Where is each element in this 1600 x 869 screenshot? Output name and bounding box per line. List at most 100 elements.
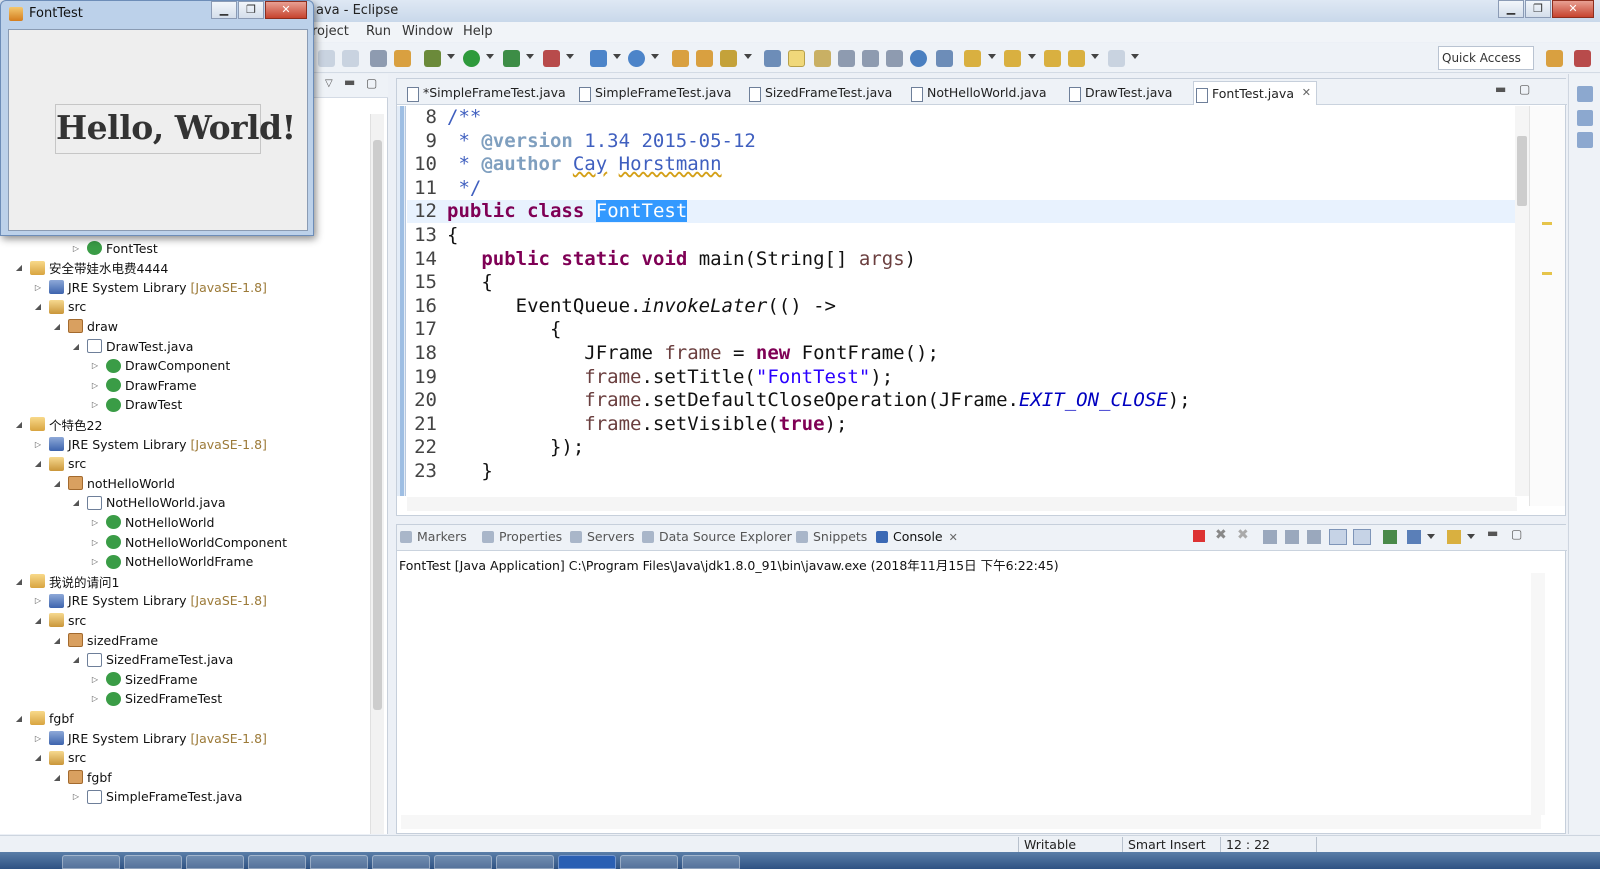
minimize-button[interactable]: ▁ bbox=[1498, 0, 1524, 18]
pin-console-icon[interactable] bbox=[1383, 530, 1397, 544]
word-wrap-icon[interactable] bbox=[1307, 530, 1321, 544]
expanded-twisty-icon[interactable]: ◢ bbox=[71, 655, 81, 664]
coverage-icon[interactable] bbox=[503, 50, 520, 67]
tree-item[interactable]: ◢ src bbox=[33, 454, 86, 474]
occurrence-marker[interactable] bbox=[1542, 272, 1552, 275]
taskbar-button[interactable] bbox=[124, 855, 182, 869]
menu-window[interactable]: Window bbox=[402, 24, 453, 39]
explorer-scroll-thumb[interactable] bbox=[373, 140, 382, 710]
open-type-icon[interactable] bbox=[672, 50, 689, 67]
code-line[interactable]: 13 { bbox=[407, 224, 1532, 247]
code-area[interactable]: 8/** 9 * @version 1.34 2015-05-12 10 * @au… bbox=[407, 106, 1532, 496]
chevron-down-icon[interactable] bbox=[447, 54, 455, 59]
collapsed-twisty-icon[interactable]: ▷ bbox=[33, 440, 43, 449]
external-tools-icon[interactable] bbox=[543, 50, 560, 67]
toolbar-icon[interactable] bbox=[318, 50, 335, 67]
last-edit-icon[interactable] bbox=[1044, 50, 1061, 67]
tree-item[interactable]: ◢ 安全带娃水电费4444 bbox=[14, 258, 168, 278]
collapsed-twisty-icon[interactable]: ▷ bbox=[90, 361, 100, 370]
chevron-down-icon[interactable] bbox=[1427, 534, 1435, 539]
taskbar-button[interactable] bbox=[248, 855, 306, 869]
editor-tab[interactable]: FontTest.java ✕ bbox=[1193, 81, 1317, 105]
expanded-twisty-icon[interactable]: ◢ bbox=[52, 773, 62, 782]
chevron-down-icon[interactable] bbox=[1028, 54, 1036, 59]
tree-item[interactable]: ◢ fgbf bbox=[14, 708, 74, 728]
tree-item[interactable]: ▷ SizedFrame bbox=[90, 669, 198, 689]
display-console-icon[interactable] bbox=[1407, 530, 1421, 544]
open-console-icon[interactable] bbox=[1447, 530, 1461, 544]
maximize-view-icon[interactable]: ▢ bbox=[1519, 82, 1530, 96]
new-java-project-icon[interactable] bbox=[590, 50, 607, 67]
taskbar-button[interactable] bbox=[186, 855, 244, 869]
restore-view-icon[interactable] bbox=[1577, 86, 1593, 102]
show-on-stdout-icon[interactable] bbox=[1329, 529, 1347, 545]
task-list-icon[interactable] bbox=[1577, 132, 1593, 148]
maximize-view-icon[interactable]: ▢ bbox=[366, 76, 377, 90]
collapsed-twisty-icon[interactable]: ▷ bbox=[90, 538, 100, 547]
collapsed-twisty-icon[interactable]: ▷ bbox=[90, 557, 100, 566]
tree-item[interactable]: ▷ DrawTest bbox=[90, 395, 182, 415]
terminate-icon[interactable] bbox=[1193, 530, 1205, 542]
tree-item[interactable]: ▷ FontTest bbox=[71, 238, 158, 258]
collapsed-twisty-icon[interactable]: ▷ bbox=[33, 596, 43, 605]
tree-item[interactable]: ◢ sizedFrame bbox=[52, 630, 158, 650]
code-line[interactable]: 11 */ bbox=[407, 177, 1532, 200]
tree-item[interactable]: ◢ src bbox=[33, 748, 86, 768]
toolbar-icon[interactable] bbox=[936, 50, 953, 67]
tree-item[interactable]: ▷ JRE System Library [JavaSE-1.8] bbox=[33, 728, 267, 748]
previous-annotation-icon[interactable] bbox=[1004, 50, 1021, 67]
chevron-down-icon[interactable] bbox=[526, 54, 534, 59]
expanded-twisty-icon[interactable]: ◢ bbox=[14, 714, 24, 723]
console-vertical-scrollbar[interactable] bbox=[1531, 573, 1545, 815]
forward-icon[interactable] bbox=[1108, 50, 1125, 67]
tree-item[interactable]: ◢ DrawTest.java bbox=[71, 336, 194, 356]
chevron-down-icon[interactable] bbox=[486, 54, 494, 59]
collapsed-twisty-icon[interactable]: ▷ bbox=[33, 283, 43, 292]
tree-item[interactable]: ▷ DrawComponent bbox=[90, 356, 230, 376]
console-tab[interactable]: Data Source Explorer bbox=[641, 529, 792, 544]
taskbar-button[interactable] bbox=[62, 855, 120, 869]
console-horizontal-scrollbar[interactable] bbox=[401, 815, 1541, 829]
expanded-twisty-icon[interactable]: ◢ bbox=[71, 498, 81, 507]
tree-item[interactable]: ▷ NotHelloWorld bbox=[90, 512, 214, 532]
toolbar-icon[interactable] bbox=[370, 50, 387, 67]
console-tab[interactable]: Markers bbox=[399, 529, 467, 544]
minimize-button[interactable]: ▁ bbox=[211, 1, 237, 19]
restore-button[interactable]: ❐ bbox=[238, 1, 264, 19]
chevron-down-icon[interactable] bbox=[988, 54, 996, 59]
new-class-icon[interactable] bbox=[628, 50, 645, 67]
close-button[interactable]: ✕ bbox=[265, 1, 307, 19]
code-line[interactable]: 21 frame.setVisible(true); bbox=[407, 413, 1532, 436]
expanded-twisty-icon[interactable]: ◢ bbox=[14, 420, 24, 429]
collapsed-twisty-icon[interactable]: ▷ bbox=[71, 792, 81, 801]
collapsed-twisty-icon[interactable]: ▷ bbox=[33, 734, 43, 743]
toolbar-icon[interactable] bbox=[394, 50, 411, 67]
chevron-down-icon[interactable] bbox=[613, 54, 621, 59]
expanded-twisty-icon[interactable]: ◢ bbox=[14, 263, 24, 272]
explorer-scrollbar[interactable] bbox=[370, 114, 384, 834]
expanded-twisty-icon[interactable]: ◢ bbox=[33, 302, 43, 311]
code-line[interactable]: 17 { bbox=[407, 318, 1532, 341]
show-whitespace-icon[interactable] bbox=[886, 50, 903, 67]
code-line[interactable]: 18 JFrame frame = new FontFrame(); bbox=[407, 342, 1532, 365]
taskbar-button[interactable] bbox=[496, 855, 554, 869]
toolbar-icon[interactable] bbox=[862, 50, 879, 67]
remove-launch-icon[interactable]: ✖ bbox=[1215, 527, 1227, 543]
fonttest-window[interactable]: FontTest ▁ ❐ ✕ Hello, World! bbox=[0, 0, 314, 236]
collapsed-twisty-icon[interactable]: ▷ bbox=[71, 244, 81, 253]
minimize-view-icon[interactable]: ▬ bbox=[1487, 526, 1498, 540]
expanded-twisty-icon[interactable]: ◢ bbox=[33, 459, 43, 468]
code-line[interactable]: 9 * @version 1.34 2015-05-12 bbox=[407, 130, 1532, 153]
close-tab-icon[interactable]: ✕ bbox=[949, 531, 958, 544]
expanded-twisty-icon[interactable]: ◢ bbox=[52, 322, 62, 331]
chevron-down-icon[interactable] bbox=[566, 54, 574, 59]
editor-tab[interactable]: SizedFrameTest.java bbox=[747, 81, 892, 105]
expanded-twisty-icon[interactable]: ◢ bbox=[52, 479, 62, 488]
open-task-icon[interactable] bbox=[696, 50, 713, 67]
tree-item[interactable]: ◢ draw bbox=[52, 316, 118, 336]
code-line[interactable]: 23 } bbox=[407, 460, 1532, 483]
console-tab[interactable]: Properties bbox=[481, 529, 562, 544]
back-icon[interactable] bbox=[1068, 50, 1085, 67]
mark-occurrences-icon[interactable] bbox=[788, 50, 805, 67]
expanded-twisty-icon[interactable]: ◢ bbox=[33, 753, 43, 762]
